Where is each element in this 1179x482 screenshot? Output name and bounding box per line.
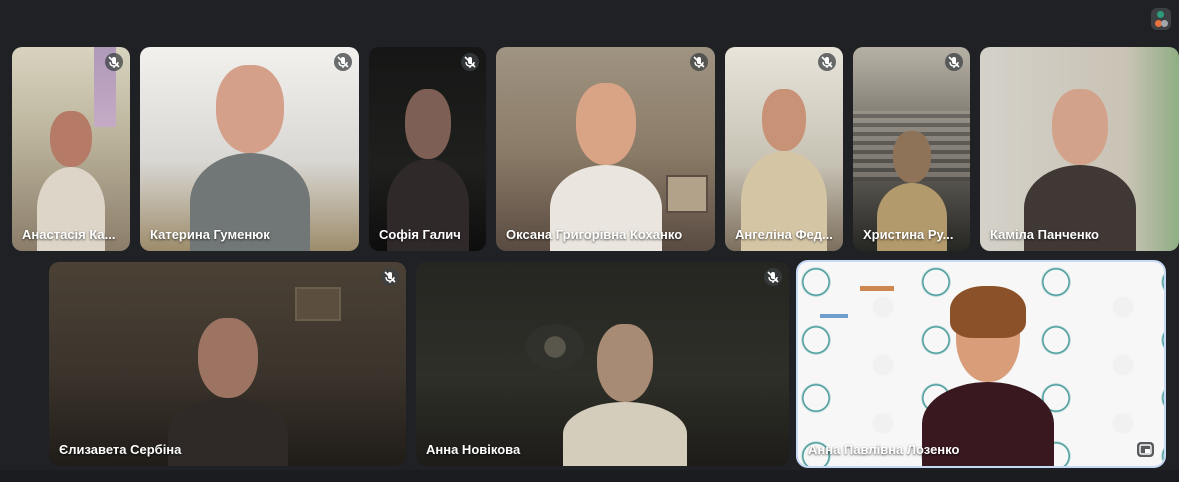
participant-video-figure [562, 324, 687, 466]
participant-name: Анна Павлівна Лозенко [808, 442, 960, 457]
mute-icon [461, 53, 479, 71]
participant-tile[interactable]: Ангеліна Фед... [725, 47, 843, 251]
participant-name: Анна Новікова [426, 442, 521, 457]
hair-shape [950, 286, 1027, 338]
participant-name: Катерина Гуменюк [150, 227, 270, 242]
mute-icon [818, 53, 836, 71]
participant-tile[interactable]: Анна Павлівна Лозенко [796, 260, 1166, 468]
participant-name: Христина Ру... [863, 227, 954, 242]
participant-name: Ангеліна Фед... [735, 227, 833, 242]
participant-name: Каміла Панченко [990, 227, 1099, 242]
participant-tile[interactable]: Анна Новікова [416, 262, 789, 466]
participant-video-figure [922, 286, 1055, 466]
participant-video-figure [189, 65, 310, 251]
participant-name: Оксана Григорівна Коханко [506, 227, 683, 242]
mute-icon [690, 53, 708, 71]
participant-name: Анастасія Ка... [22, 227, 116, 242]
participant-tile[interactable]: Софія Галич [369, 47, 486, 251]
participant-tile[interactable]: Анастасія Ка... [12, 47, 130, 251]
participant-name: Софія Галич [379, 227, 461, 242]
mute-icon [334, 53, 352, 71]
mute-icon [945, 53, 963, 71]
video-background-decoration [295, 287, 341, 321]
participant-name: Єлизавета Сербіна [59, 442, 182, 457]
video-background-decoration [666, 175, 708, 213]
participant-tile[interactable]: Христина Ру... [853, 47, 970, 251]
participant-tile[interactable]: Оксана Григорівна Коханко [496, 47, 715, 251]
mute-icon [105, 53, 123, 71]
participant-tile[interactable]: Єлизавета Сербіна [49, 262, 406, 466]
participant-tile[interactable]: Каміла Панченко [980, 47, 1179, 251]
mute-icon [381, 268, 399, 286]
bottom-status-strip [0, 470, 1179, 482]
picture-in-picture-icon[interactable] [1137, 442, 1154, 457]
participant-video-figure [167, 318, 288, 466]
participant-video-figure [549, 83, 662, 251]
activity-indicator-icon[interactable] [1151, 8, 1171, 30]
participant-tile[interactable]: Катерина Гуменюк [140, 47, 359, 251]
mute-icon [764, 268, 782, 286]
